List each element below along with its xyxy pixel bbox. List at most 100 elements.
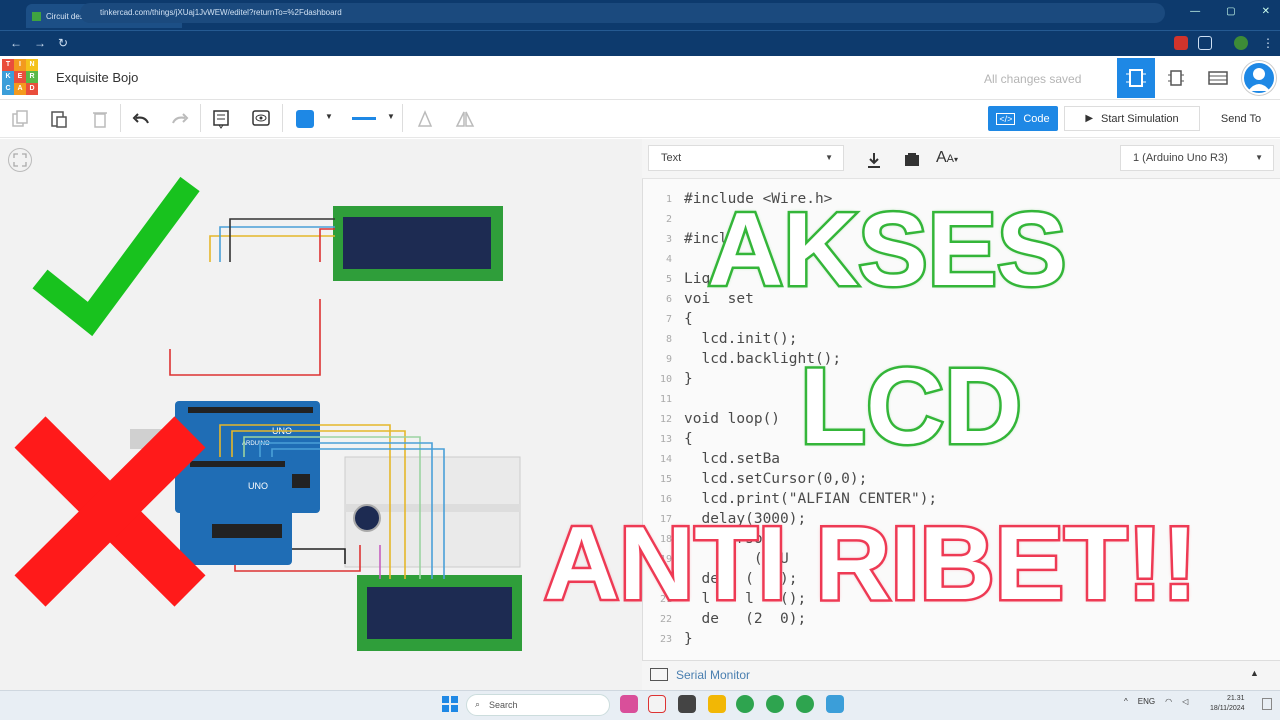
project-name[interactable]: Exquisite Bojo <box>56 70 138 85</box>
code-line[interactable]: { <box>684 311 693 327</box>
line-number: 2 <box>665 214 672 225</box>
lcd-display-top[interactable] <box>333 206 503 281</box>
potentiometer[interactable] <box>353 504 381 532</box>
tinkercad-favicon-icon <box>32 11 41 21</box>
logo-letter: D <box>26 83 38 95</box>
taskbar-search-input[interactable]: ⌕ Search <box>466 694 610 716</box>
windows-start-icon[interactable] <box>442 696 458 712</box>
paste-icon[interactable] <box>49 109 69 129</box>
redo-icon[interactable] <box>170 109 190 129</box>
logo-letter: K <box>2 71 14 83</box>
color-swatch[interactable] <box>296 110 314 128</box>
chrome-profile-2-icon[interactable] <box>796 695 814 713</box>
code-line[interactable]: Liq <box>684 271 710 287</box>
taskbar-search-label: Search <box>489 700 518 710</box>
code-line[interactable]: } <box>684 371 693 387</box>
code-button[interactable]: </> Code <box>988 106 1058 131</box>
lcd-display-bottom[interactable] <box>357 575 522 651</box>
line-number: 11 <box>659 394 672 405</box>
rotate-icon[interactable] <box>415 109 435 129</box>
arduino-board-bottom[interactable] <box>180 457 292 565</box>
start-simulation-button[interactable]: ▶ Start Simulation <box>1064 106 1200 131</box>
taskbar-clock[interactable]: 21.31 18/11/2024 <box>1210 694 1245 714</box>
notifications-icon[interactable] <box>1262 698 1272 710</box>
code-mode-select[interactable]: Text ▼ <box>648 145 844 171</box>
code-icon: </> <box>996 112 1016 125</box>
line-number: 4 <box>665 254 672 265</box>
language-indicator[interactable]: ENG <box>1138 697 1155 706</box>
undo-icon[interactable] <box>131 109 151 129</box>
monitor-icon <box>650 668 668 681</box>
line-number: 16 <box>659 494 672 505</box>
code-line[interactable]: lcd.setBa <box>684 451 780 467</box>
copy-icon[interactable] <box>10 109 30 129</box>
tinkercad-logo[interactable]: TINKERCAD <box>2 59 38 95</box>
chevron-down-icon[interactable]: ▼ <box>325 112 333 121</box>
back-icon[interactable]: ← <box>10 36 22 50</box>
code-line[interactable]: { <box>684 431 693 447</box>
chrome-icon[interactable] <box>736 695 754 713</box>
wire-type-icon[interactable] <box>352 117 376 120</box>
screen: Circuit design Exquisite Bojo - T × + ⌄ … <box>0 0 1280 720</box>
wifi-icon[interactable]: ◠ <box>1165 697 1172 706</box>
line-number: 6 <box>665 294 672 305</box>
component-list-icon[interactable] <box>1208 68 1228 88</box>
profile-icon[interactable] <box>1234 36 1248 50</box>
delete-icon[interactable] <box>90 109 110 129</box>
device-select[interactable]: 1 (Arduino Uno R3) ▼ <box>1120 145 1274 171</box>
board-brand-top: ARDUINO <box>242 441 270 447</box>
code-line[interactable]: lcd.setCursor(0,0); <box>684 471 867 487</box>
line-number: 15 <box>659 474 672 485</box>
extensions-puzzle-icon[interactable] <box>1198 36 1212 50</box>
search-app-icon[interactable] <box>648 695 666 713</box>
chevron-down-icon[interactable]: ▼ <box>387 112 395 121</box>
notes-icon[interactable] <box>211 109 231 129</box>
line-number: 8 <box>665 334 672 345</box>
browser-menu-icon[interactable]: ⋮ <box>1262 36 1274 50</box>
search-icon: ⌕ <box>475 699 481 709</box>
send-to-button[interactable]: Send To <box>1206 106 1276 131</box>
forward-icon[interactable]: → <box>34 36 46 50</box>
code-line[interactable]: void loop() <box>684 411 780 427</box>
play-icon: ▶ <box>1085 113 1094 124</box>
serial-monitor-label[interactable]: Serial Monitor <box>676 668 750 682</box>
chevron-up-icon[interactable]: ▲ <box>1250 668 1259 678</box>
volume-icon[interactable]: ◁ <box>1182 697 1188 706</box>
logo-letter: E <box>14 71 26 83</box>
code-line[interactable]: lcd.print("ALFIAN CENTER"); <box>684 491 937 507</box>
minimize-button[interactable]: — <box>1190 6 1200 17</box>
logo-letter: A <box>14 83 26 95</box>
reload-icon[interactable]: ↻ <box>58 36 68 50</box>
chip-icon <box>1126 69 1146 87</box>
line-number: 9 <box>665 354 672 365</box>
line-number: 10 <box>659 374 672 385</box>
chevron-up-icon[interactable]: ^ <box>1124 697 1128 706</box>
line-number: 5 <box>665 274 672 285</box>
toolbar-divider <box>120 104 121 132</box>
font-size-icon[interactable]: AA▾ <box>936 149 958 167</box>
flip-icon[interactable] <box>455 109 475 129</box>
chrome-profile-icon[interactable] <box>766 695 784 713</box>
line-number: 12 <box>659 414 672 425</box>
code-line[interactable]: lcd.init(); <box>684 331 797 347</box>
task-view-icon[interactable] <box>678 695 696 713</box>
close-window-button[interactable]: ✕ <box>1262 6 1270 17</box>
file-explorer-icon[interactable] <box>708 695 726 713</box>
schematic-view-icon[interactable] <box>1166 68 1186 88</box>
copilot-icon[interactable] <box>620 695 638 713</box>
address-bar[interactable]: tinkercad.com/things/jXUaj1JvWEW/editel?… <box>80 3 1165 23</box>
overlay-title-lcd: LCD <box>798 345 1025 466</box>
toolbar-divider <box>282 104 283 132</box>
maximize-button[interactable]: ▢ <box>1226 6 1235 17</box>
libraries-icon[interactable] <box>902 150 922 170</box>
download-icon[interactable] <box>864 150 884 170</box>
circuit-view-button[interactable] <box>1117 58 1155 98</box>
store-icon[interactable] <box>826 695 844 713</box>
user-avatar[interactable] <box>1242 61 1276 95</box>
code-line[interactable]: } <box>684 631 693 647</box>
note-visibility-icon[interactable] <box>251 109 271 129</box>
line-number: 14 <box>659 454 672 465</box>
extension-icon[interactable] <box>1174 36 1188 50</box>
window-controls: ⌄ — ▢ ✕ <box>1156 6 1270 17</box>
logo-letter: R <box>26 71 38 83</box>
